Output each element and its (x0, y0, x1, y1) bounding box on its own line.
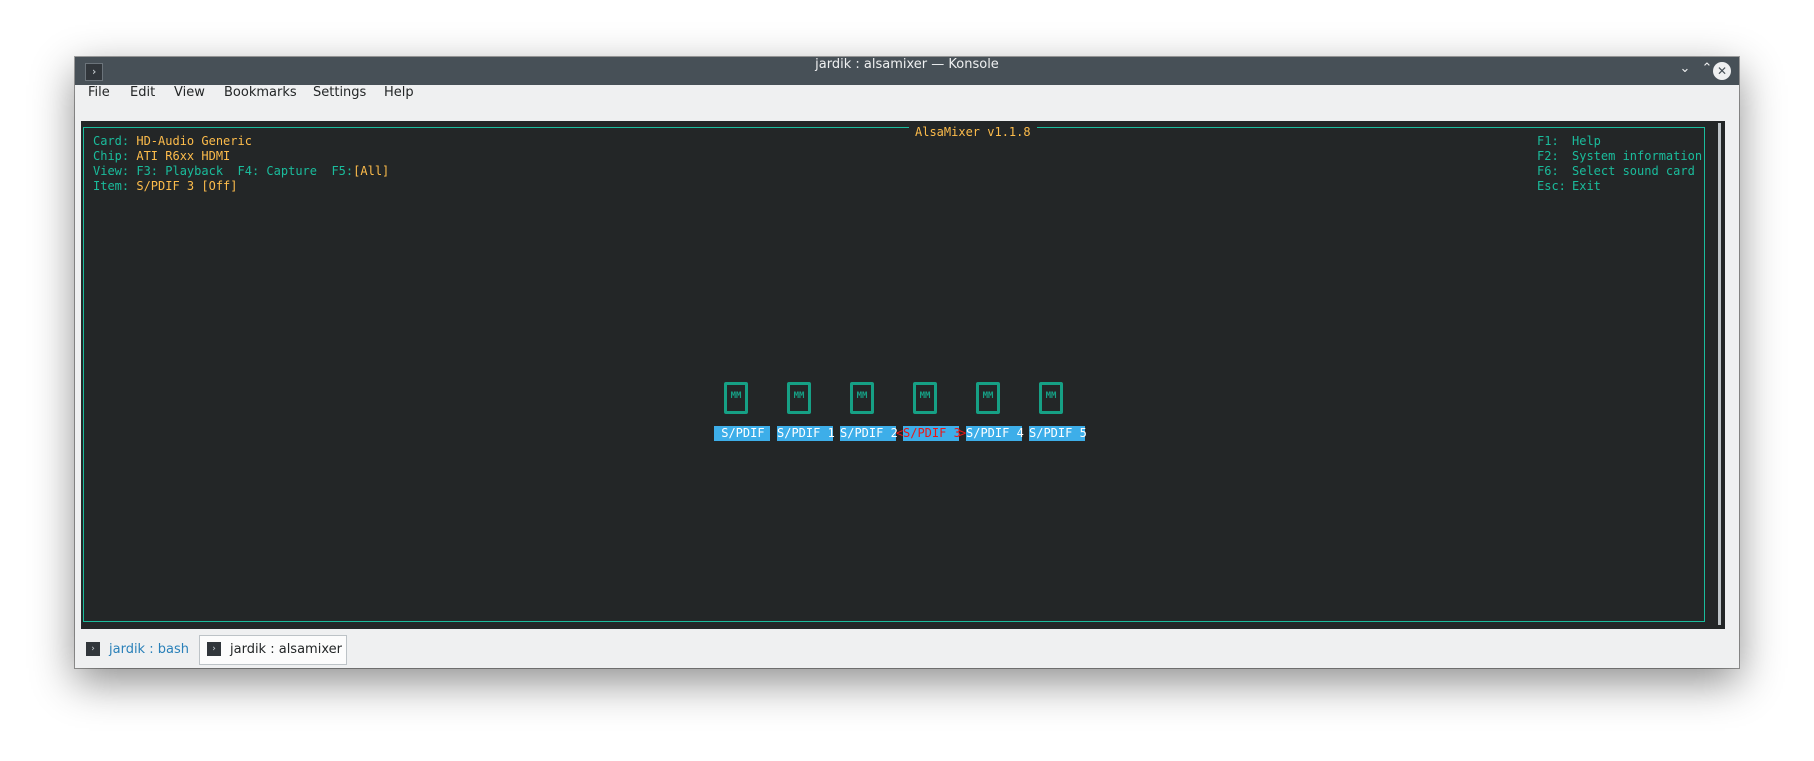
spdif-5-switch[interactable]: MM (1039, 382, 1063, 414)
menu-edit[interactable]: Edit (130, 85, 155, 100)
window-title: jardik : alsamixer — Konsole (815, 57, 999, 72)
alsamixer-frame: AlsaMixer v1.1.8 Card: HD-Audio Generic … (83, 125, 1705, 622)
terminal-area[interactable]: AlsaMixer v1.1.8 Card: HD-Audio Generic … (81, 121, 1725, 629)
view-line: View: F3: Playback F4: Capture F5:[All] (93, 164, 390, 178)
menu-file[interactable]: File (88, 85, 110, 100)
tab-label: jardik : bash (109, 642, 189, 657)
spdif-5-label[interactable]: S/PDIF 5 (1029, 426, 1087, 441)
menu-bar: File Edit View Bookmarks Settings Help (75, 85, 1739, 115)
help-esc: Esc: Exit (1537, 179, 1601, 193)
title-bar[interactable]: › jardik : alsamixer — Konsole ⌄ ⌃ ✕ (75, 57, 1739, 85)
chip-line: Chip: ATI R6xx HDMI (93, 149, 231, 163)
minimize-icon[interactable]: ⌄ (1675, 61, 1695, 81)
close-icon[interactable]: ✕ (1713, 62, 1731, 80)
spdif-1-label[interactable]: S/PDIF 1 (777, 426, 835, 441)
tab-jardik-alsamixer[interactable]: › jardik : alsamixer (199, 635, 347, 665)
tab-bar: › jardik : bash › jardik : alsamixer (75, 629, 1739, 668)
menu-help[interactable]: Help (384, 85, 414, 100)
item-line: Item: S/PDIF 3 [Off] (93, 179, 238, 193)
help-f6: F6: Select sound card (1537, 164, 1695, 178)
menu-bookmarks[interactable]: Bookmarks (224, 85, 297, 100)
spdif-4-switch[interactable]: MM (976, 382, 1000, 414)
tab-jardik-bash[interactable]: › jardik : bash (79, 636, 197, 664)
terminal-prompt-icon: › (207, 642, 221, 656)
tab-label: jardik : alsamixer (230, 642, 342, 657)
spdif-2-switch[interactable]: MM (850, 382, 874, 414)
konsole-window: › jardik : alsamixer — Konsole ⌄ ⌃ ✕ Fil… (75, 57, 1739, 668)
spdif-1-switch[interactable]: MM (787, 382, 811, 414)
spdif-2-label[interactable]: S/PDIF 2 (840, 426, 898, 441)
spdif-0-switch[interactable]: MM (724, 382, 748, 414)
spdif-4-label[interactable]: S/PDIF 4 (966, 426, 1024, 441)
alsamixer-title: AlsaMixer v1.1.8 (909, 125, 1037, 139)
card-line: Card: HD-Audio Generic (93, 134, 252, 148)
spdif-3-label[interactable]: S/PDIF 3 (903, 426, 961, 441)
help-f1: F1: Help (1537, 134, 1601, 148)
terminal-scrollbar[interactable] (1718, 123, 1721, 625)
help-f2: F2: System information (1537, 149, 1703, 163)
menu-view[interactable]: View (174, 85, 205, 100)
spdif-3-switch[interactable]: MM (913, 382, 937, 414)
menu-settings[interactable]: Settings (313, 85, 366, 100)
spdif-0-label[interactable]: S/PDIF (714, 426, 770, 441)
terminal-prompt-icon: › (86, 642, 100, 656)
